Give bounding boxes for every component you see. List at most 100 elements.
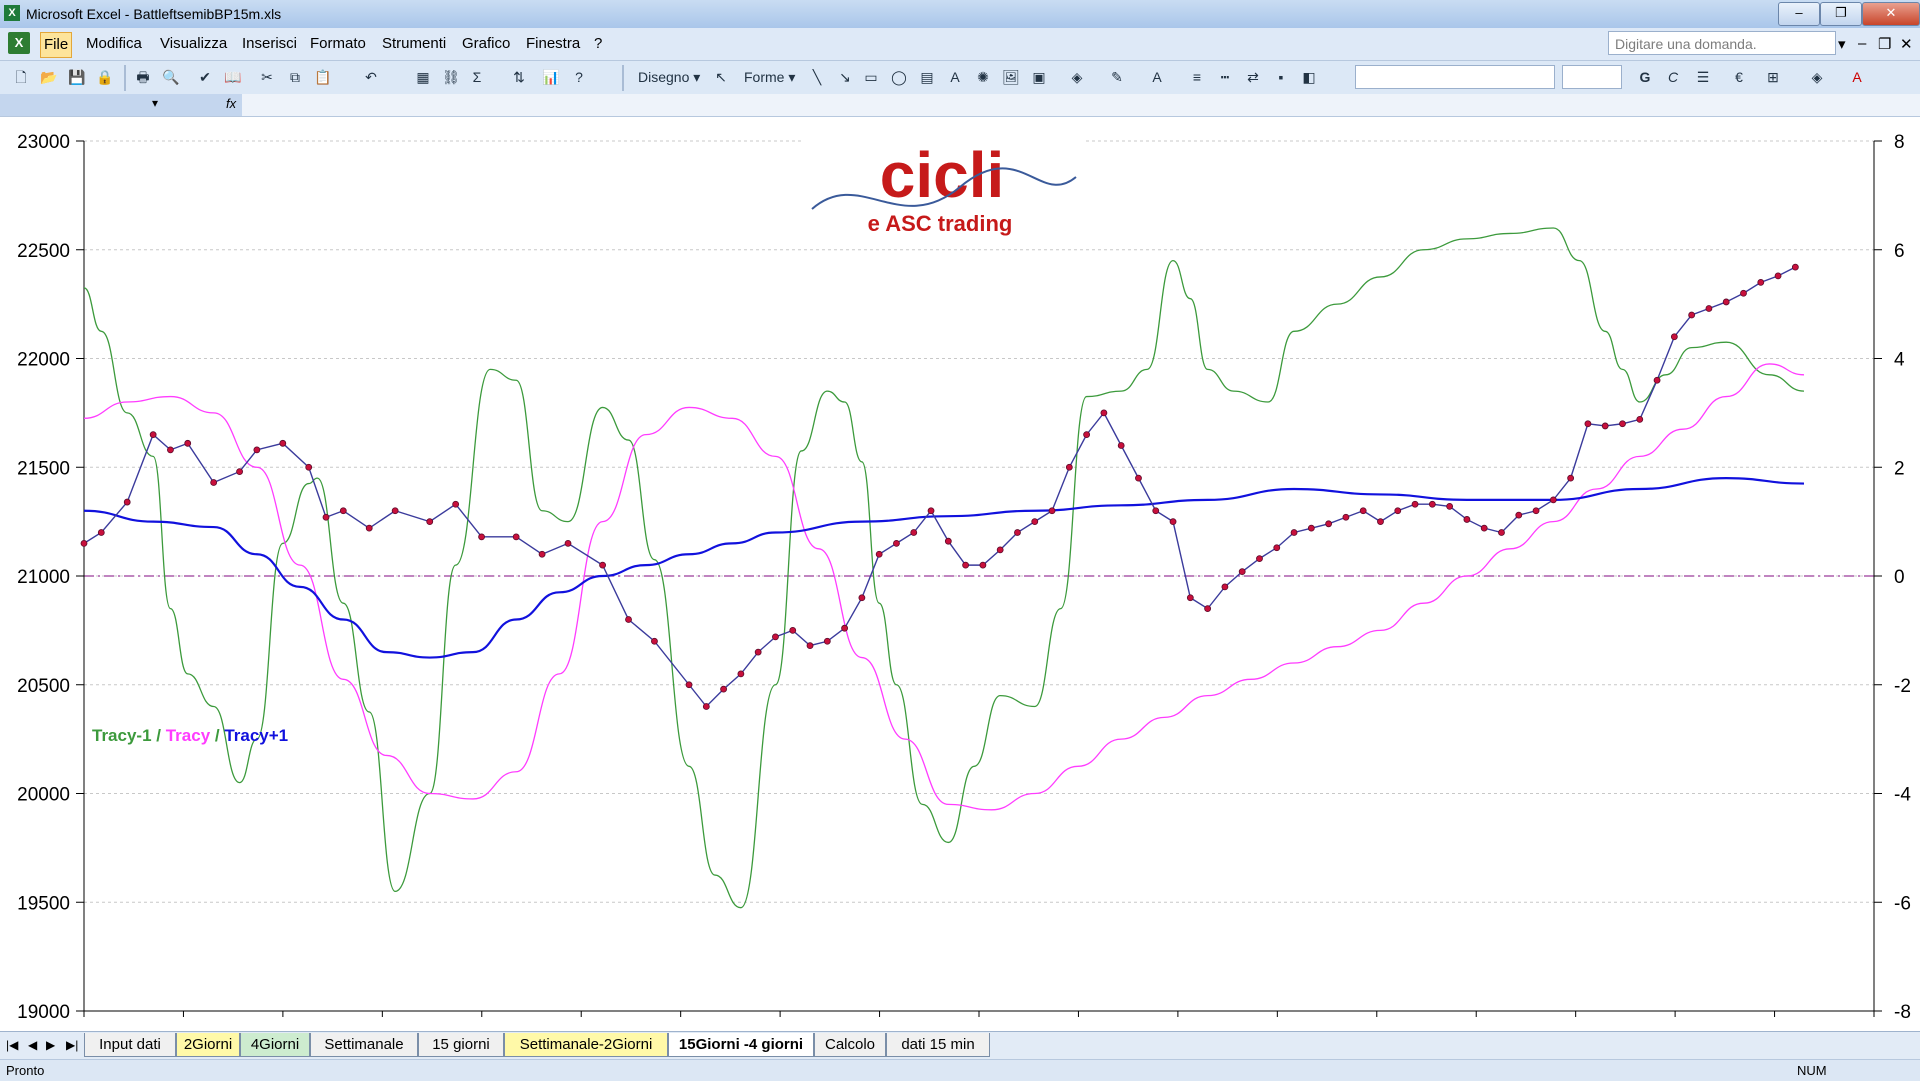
y-tick-label-left: 19500 [17, 893, 70, 914]
bold-button[interactable]: G [1634, 66, 1656, 88]
autosum-icon[interactable]: Σ [466, 66, 488, 88]
tab-2giorni[interactable]: 2Giorni [176, 1033, 240, 1057]
tab-4giorni[interactable]: 4Giorni [240, 1033, 310, 1057]
price-point [996, 546, 1004, 554]
fill-color-icon[interactable]: ◈ [1066, 66, 1088, 88]
borders-icon[interactable]: ⊞ [1762, 66, 1784, 88]
font-name-combo[interactable] [1355, 65, 1555, 89]
paste-icon[interactable]: 📋 [312, 66, 334, 88]
tab-dati-15-min[interactable]: dati 15 min [886, 1033, 990, 1057]
forme-menu[interactable]: Forme ▾ [744, 66, 795, 88]
select-pointer-icon[interactable]: ↖ [710, 66, 732, 88]
open-icon[interactable]: 📂 [38, 66, 60, 88]
disegno-menu[interactable]: Disegno ▾ [638, 66, 700, 88]
chart-wizard-icon[interactable]: ▦ [412, 66, 434, 88]
research-icon[interactable]: 📖 [222, 66, 244, 88]
copy-icon[interactable]: ⧉ [284, 66, 306, 88]
price-point [1480, 524, 1488, 532]
menu-inserisci[interactable]: Inserisci [242, 35, 297, 52]
menu-finestra[interactable]: Finestra [526, 35, 580, 52]
line-style-icon[interactable]: ≡ [1186, 66, 1208, 88]
arrow-icon[interactable]: ↘ [834, 66, 856, 88]
chart-icon[interactable]: 📊 [540, 66, 562, 88]
spelling-icon[interactable]: ✔ [194, 66, 216, 88]
print-preview-icon[interactable]: 🔍 [160, 66, 182, 88]
new-icon[interactable]: 🗋 [10, 66, 32, 88]
first-sheet-button[interactable]: |◀ [6, 1038, 18, 1052]
cut-icon[interactable]: ✂ [256, 66, 278, 88]
title-bar: X Microsoft Excel - BattleftsemibBP15m.x… [0, 0, 1920, 29]
next-sheet-button[interactable]: ▶ [46, 1038, 55, 1052]
last-sheet-button[interactable]: ▶| [66, 1038, 78, 1052]
excel-app-icon[interactable]: X [4, 5, 20, 21]
chart-area[interactable]: 23000 22500 22000 21500 21000 20500 20000 19500… [0, 117, 1920, 1031]
tab-settimanale-2giorni[interactable]: Settimanale-2Giorni [504, 1033, 668, 1057]
prev-sheet-button[interactable]: ◀ [28, 1038, 37, 1052]
rectangle-icon[interactable]: ▭ [860, 66, 882, 88]
euro-button[interactable]: € [1728, 66, 1750, 88]
tab-15giorni-4giorni[interactable]: 15Giorni -4 giorni [668, 1033, 814, 1057]
arrow-style-icon[interactable]: ⇄ [1242, 66, 1264, 88]
tab-calcolo[interactable]: Calcolo [814, 1033, 886, 1057]
align-icon[interactable]: ☰ [1692, 66, 1714, 88]
link-icon[interactable]: ⛓ [440, 66, 462, 88]
logo-subtitle-text: e ASC trading [868, 211, 1013, 236]
chart-svg[interactable]: 23000 22500 22000 21500 21000 20500 20000 19500… [0, 117, 1920, 1031]
line-color-icon[interactable]: ✎ [1106, 66, 1128, 88]
font-size-combo[interactable] [1562, 65, 1622, 89]
picture-icon[interactable]: ▣ [1028, 66, 1050, 88]
oval-icon[interactable]: ◯ [888, 66, 910, 88]
3d-icon[interactable]: ◧ [1298, 66, 1320, 88]
name-box-dropdown-icon[interactable]: ▾ [152, 96, 158, 110]
status-bar: Pronto NUM [0, 1059, 1920, 1081]
undo-icon[interactable]: ↶ [360, 66, 382, 88]
price-point [789, 626, 797, 634]
save-icon[interactable]: 💾 [66, 66, 88, 88]
font-color-icon[interactable]: A [1146, 66, 1168, 88]
print-icon[interactable]: 🖶 [132, 66, 154, 88]
italic-button[interactable]: C [1662, 66, 1684, 88]
doc-restore-button[interactable]: ❐ [1878, 35, 1891, 53]
menu-grafico[interactable]: Grafico [462, 35, 510, 52]
legend-tracy-plus1: Tracy+1 [224, 726, 288, 745]
wordart-icon[interactable]: A [944, 66, 966, 88]
ask-question-input[interactable]: Digitare una domanda. [1608, 31, 1836, 55]
price-point [564, 539, 572, 547]
price-point [1065, 463, 1073, 471]
menu-file[interactable]: File [40, 32, 73, 58]
diagram-icon[interactable]: ✺ [972, 66, 994, 88]
y-tick-label-right: -6 [1894, 893, 1911, 914]
tab-settimanale[interactable]: Settimanale [310, 1033, 418, 1057]
menu-modifica[interactable]: Modifica [86, 35, 142, 52]
menu-formato[interactable]: Formato [310, 35, 366, 52]
price-point [910, 529, 918, 536]
tab-input-dati[interactable]: Input dati [84, 1033, 176, 1057]
doc-close-button[interactable]: ✕ [1900, 35, 1913, 53]
doc-minimize-button[interactable]: – [1858, 35, 1866, 52]
font-color-icon-2[interactable]: A [1846, 66, 1868, 88]
menu-help[interactable]: ? [594, 35, 602, 52]
close-button[interactable]: ✕ [1862, 2, 1920, 26]
fx-icon[interactable]: fx [226, 96, 236, 111]
price-point [1204, 605, 1212, 613]
price-point [1186, 594, 1194, 602]
line-icon[interactable]: ╲ [806, 66, 828, 88]
tab-15-giorni[interactable]: 15 giorni [418, 1033, 504, 1057]
menu-strumenti[interactable]: Strumenti [382, 35, 446, 52]
restore-button[interactable]: ❐ [1820, 2, 1862, 26]
workbook-icon[interactable]: X [8, 32, 30, 54]
shadow-icon[interactable]: ▪ [1270, 66, 1292, 88]
minimize-button[interactable]: – [1778, 2, 1820, 26]
permission-icon[interactable]: 🔒 [94, 66, 116, 88]
clipart-icon[interactable]: 🖼 [1000, 66, 1022, 88]
textbox-icon[interactable]: ▤ [916, 66, 938, 88]
price-point [236, 468, 243, 476]
sort-icon[interactable]: ⇅ [508, 66, 530, 88]
help-icon[interactable]: ? [568, 66, 590, 88]
name-box[interactable]: ▾ fx [0, 94, 242, 116]
fill-icon[interactable]: ◈ [1806, 66, 1828, 88]
dash-style-icon[interactable]: ┅ [1214, 66, 1236, 88]
dropdown-arrow-icon[interactable]: ▾ [1838, 35, 1846, 53]
price-point [253, 446, 261, 454]
menu-visualizza[interactable]: Visualizza [160, 35, 227, 52]
